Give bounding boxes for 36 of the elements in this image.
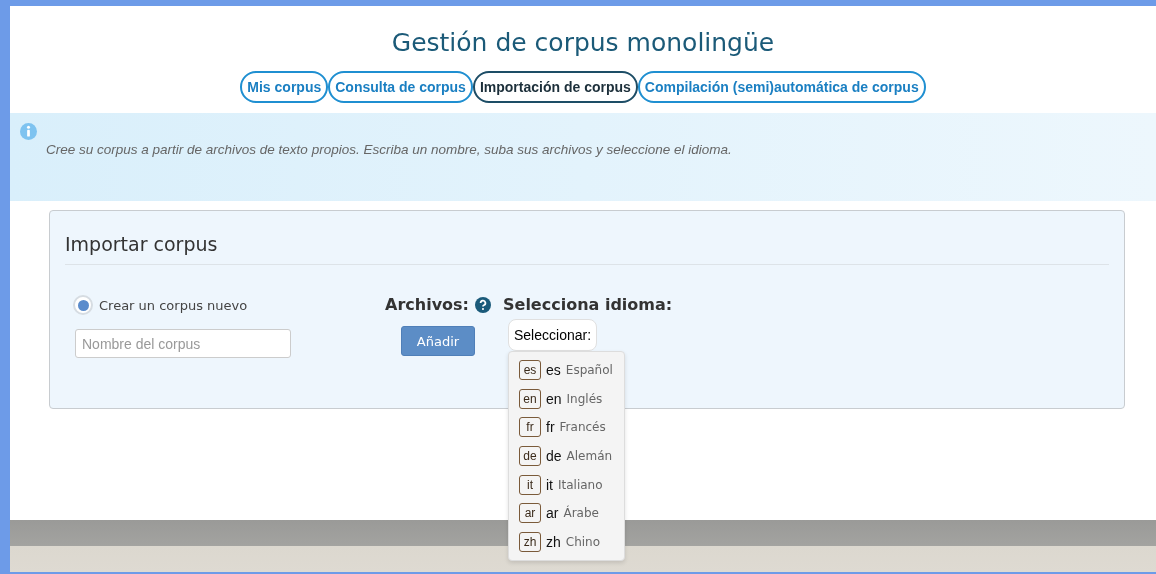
- corpus-name-field[interactable]: Nombre del corpus: [75, 329, 291, 358]
- tab[interactable]: Compilación (semi)automática de corpus: [637, 71, 926, 103]
- tab[interactable]: Consulta de corpus: [328, 71, 473, 103]
- tab[interactable]: Importación de corpus: [472, 71, 638, 103]
- language-badge[interactable]: ar: [519, 503, 541, 524]
- info-icon: [20, 123, 37, 140]
- language-badge[interactable]: es: [519, 360, 541, 381]
- language-badge[interactable]: it: [519, 474, 541, 495]
- language-code[interactable]: fr: [546, 419, 555, 436]
- language-name[interactable]: Árabe: [563, 506, 599, 521]
- language-code[interactable]: de: [546, 448, 562, 465]
- language-code[interactable]: es: [546, 362, 561, 379]
- language-badge[interactable]: en: [519, 388, 541, 409]
- files-label: Archivos:: [385, 295, 469, 314]
- language-badge[interactable]: de: [519, 446, 541, 467]
- info-text: Cree su corpus a partir de archivos de texto propios. Escriba un nombre, suba sus archivos y seleccione el idioma.: [46, 142, 733, 157]
- language-name[interactable]: Español: [565, 363, 613, 378]
- page-title: Gestión de corpus monolingüe: [391, 28, 775, 57]
- radio-label: Crear un corpus nuevo: [99, 297, 248, 313]
- language-code[interactable]: en: [546, 390, 562, 407]
- help-icon[interactable]: [475, 296, 491, 313]
- language-badge[interactable]: zh: [519, 531, 541, 552]
- language-name[interactable]: Italiano: [558, 477, 603, 492]
- language-code[interactable]: ar: [546, 505, 559, 522]
- language-code[interactable]: it: [546, 476, 553, 493]
- radio-button[interactable]: [73, 295, 93, 315]
- language-select[interactable]: Seleccionar:: [508, 319, 598, 351]
- language-code[interactable]: zh: [546, 533, 561, 550]
- language-name[interactable]: Alemán: [566, 449, 613, 464]
- language-name[interactable]: Francés: [559, 420, 606, 435]
- tab[interactable]: Mis corpus: [240, 71, 329, 103]
- language-label: Selecciona idioma:: [503, 295, 673, 314]
- panel-title: Importar corpus: [65, 233, 1109, 265]
- language-name[interactable]: Inglés: [566, 391, 603, 406]
- language-badge[interactable]: fr: [519, 417, 541, 438]
- language-name[interactable]: Chino: [565, 534, 601, 549]
